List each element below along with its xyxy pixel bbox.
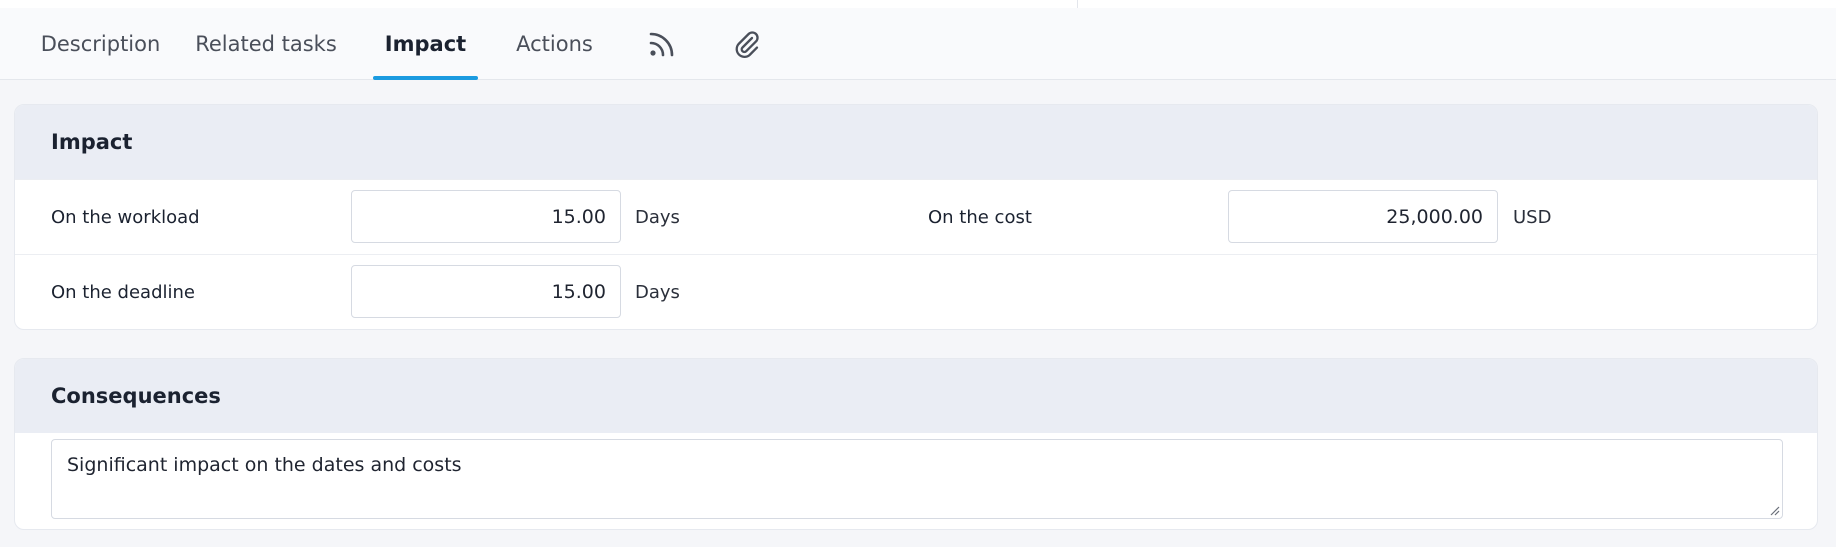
top-bar-divider [1077, 0, 1078, 8]
tab-related-tasks[interactable]: Related tasks [195, 8, 337, 80]
tab-label: Actions [516, 32, 593, 56]
tab-description[interactable]: Description [28, 8, 173, 80]
paperclip-icon [735, 31, 759, 58]
workload-input[interactable]: 15.00 [351, 190, 621, 243]
tab-feed[interactable] [642, 8, 682, 80]
workload-unit: Days [635, 207, 680, 228]
consequences-body: Significant impact on the dates and cost… [15, 433, 1817, 529]
tab-impact[interactable]: Impact [373, 8, 478, 80]
cost-value: 25,000.00 [1386, 205, 1483, 228]
consequences-text: Significant impact on the dates and cost… [67, 454, 462, 476]
tab-label: Related tasks [195, 32, 337, 56]
deadline-label: On the deadline [51, 282, 195, 303]
workload-label: On the workload [51, 207, 200, 228]
tab-label: Description [40, 32, 161, 56]
deadline-unit: Days [635, 282, 680, 303]
impact-row-workload-cost: On the workload 15.00 Days On the cost 2… [15, 179, 1817, 254]
deadline-input[interactable]: 15.00 [351, 265, 621, 318]
impact-card: Impact On the workload 15.00 Days On the… [14, 104, 1818, 330]
consequences-card-title: Consequences [15, 359, 1817, 433]
cost-unit: USD [1513, 207, 1552, 228]
cost-label: On the cost [928, 207, 1032, 228]
workload-value: 15.00 [551, 205, 606, 228]
tab-attachments[interactable] [726, 8, 766, 80]
impact-card-title: Impact [15, 105, 1817, 179]
resize-grip-icon[interactable] [1768, 504, 1780, 516]
tab-bar: Description Related tasks Impact Actions [0, 8, 1836, 80]
top-bar [0, 0, 1836, 8]
impact-row-deadline: On the deadline 15.00 Days [15, 254, 1817, 329]
deadline-value: 15.00 [551, 280, 606, 303]
consequences-card: Consequences Significant impact on the d… [14, 358, 1818, 530]
consequences-textarea[interactable]: Significant impact on the dates and cost… [51, 439, 1783, 519]
cost-input[interactable]: 25,000.00 [1228, 190, 1498, 243]
rss-feed-icon [649, 32, 674, 57]
tab-actions[interactable]: Actions [513, 8, 596, 80]
tab-label: Impact [384, 32, 467, 56]
